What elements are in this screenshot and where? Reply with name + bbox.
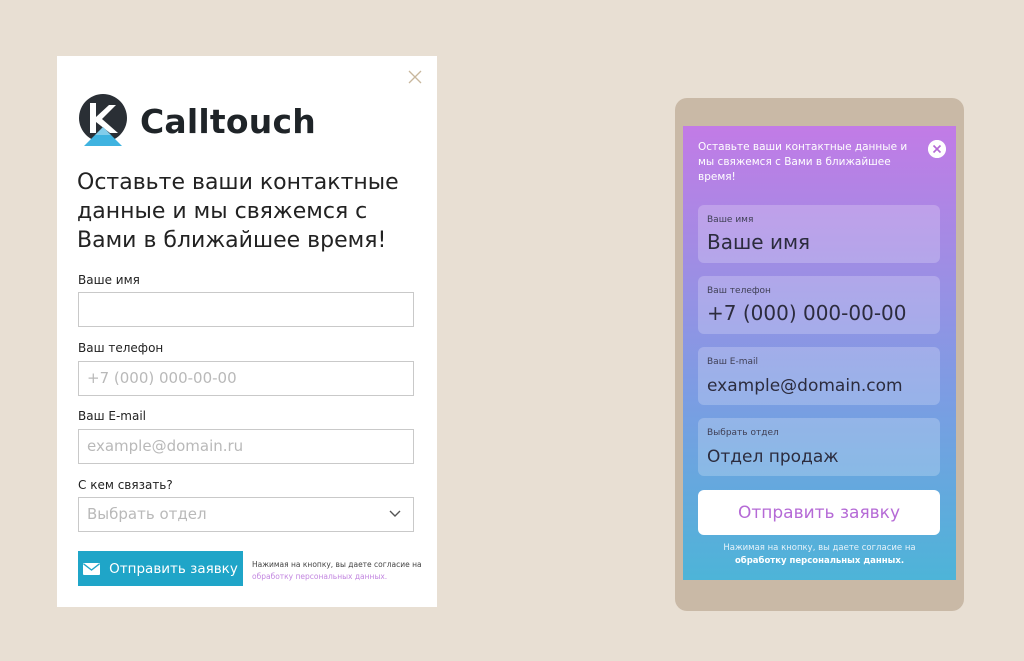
email-placeholder: example@domain.ru [87, 437, 244, 455]
name-input[interactable] [78, 292, 414, 327]
mobile-department-label: Выбрать отдел [707, 428, 779, 438]
mobile-submit-button[interactable]: Отправить заявку [698, 490, 940, 535]
privacy-link[interactable]: обработку персональных данных. [252, 571, 422, 583]
mobile-email-label: Ваш E-mail [707, 357, 759, 367]
email-input[interactable]: example@domain.ru [78, 429, 414, 464]
mobile-email-field[interactable]: Ваш E-mail example@domain.com [698, 347, 940, 405]
submit-label: Отправить заявку [109, 560, 238, 577]
mobile-submit-label: Отправить заявку [737, 502, 901, 523]
mobile-name-label: Ваше имя [707, 215, 754, 225]
email-label: Ваш E-mail [78, 409, 147, 423]
phone-placeholder: +7 (000) 000-00-00 [87, 369, 237, 387]
close-circle-icon[interactable] [928, 140, 946, 158]
calltouch-logo: Calltouch [78, 93, 316, 149]
phone-input[interactable]: +7 (000) 000-00-00 [78, 361, 414, 396]
consent-notice: Нажимая на кнопку, вы даете согласие на … [252, 559, 422, 583]
mobile-privacy-link[interactable]: обработку персональных данных. [683, 555, 956, 568]
department-placeholder: Выбрать отдел [87, 505, 207, 523]
mobile-form-heading: Оставьте ваши контактные данные и мы свя… [698, 141, 908, 183]
mobile-department-field[interactable]: Выбрать отдел Отдел продаж [698, 418, 940, 476]
mobile-email-value: example@domain.com [707, 376, 903, 396]
mobile-consent-text: Нажимая на кнопку, вы даете согласие на [723, 543, 916, 553]
consent-text: Нажимая на кнопку, вы даете согласие на [252, 560, 422, 569]
phone-label: Ваш телефон [78, 341, 164, 355]
envelope-icon [83, 562, 101, 575]
mobile-name-value: Ваше имя [707, 230, 811, 254]
mobile-department-value: Отдел продаж [707, 447, 839, 467]
close-icon[interactable] [407, 69, 423, 85]
mobile-phone-field[interactable]: Ваш телефон +7 (000) 000-00-00 [698, 276, 940, 334]
department-select[interactable]: Выбрать отдел [78, 497, 414, 532]
submit-button[interactable]: Отправить заявку [78, 551, 243, 586]
phone-mockup: Оставьте ваши контактные данные и мы свя… [675, 98, 964, 611]
name-label: Ваше имя [78, 273, 140, 287]
desktop-form-card: Calltouch Оставьте ваши контактные данны… [57, 56, 437, 607]
chevron-down-icon [389, 510, 401, 517]
mobile-phone-value: +7 (000) 000-00-00 [707, 301, 907, 325]
mobile-phone-label: Ваш телефон [707, 286, 771, 296]
brand-name: Calltouch [140, 101, 316, 141]
mobile-name-field[interactable]: Ваше имя Ваше имя [698, 205, 940, 263]
mobile-consent-notice: Нажимая на кнопку, вы даете согласие на … [683, 542, 956, 568]
form-heading: Оставьте ваши контактные данные и мы свя… [77, 170, 399, 253]
mobile-form-screen: Оставьте ваши контактные данные и мы свя… [683, 126, 956, 580]
contact-label: С кем связать? [78, 478, 173, 492]
calltouch-logo-icon [79, 94, 127, 146]
